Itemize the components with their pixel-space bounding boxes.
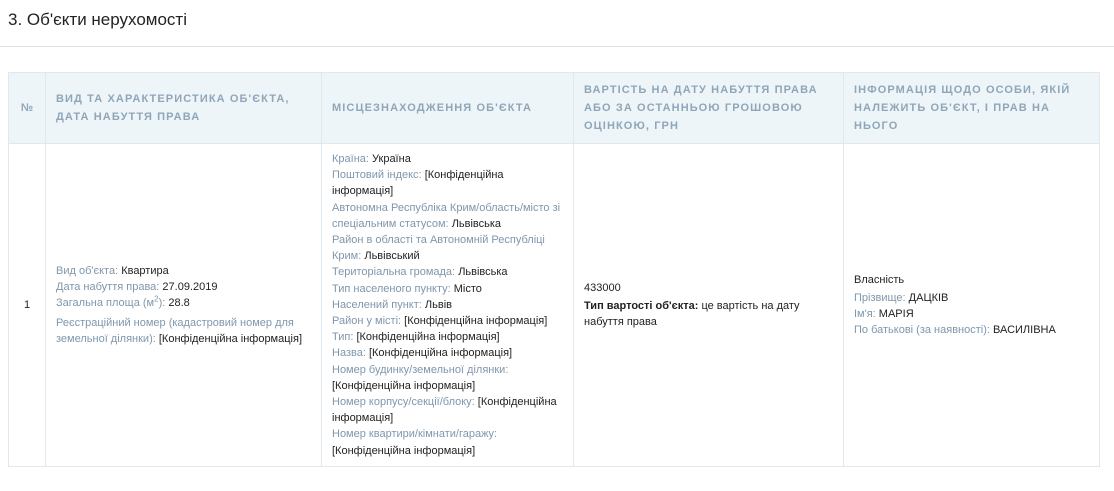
settlement-type-label: Тип населеного пункту:	[332, 282, 451, 295]
cost-type-line: Тип вартості об'єкта: це вартість на дат…	[584, 298, 833, 330]
district-value: Львівський	[364, 250, 420, 263]
location-cell: Країна: Україна Поштовий індекс: [Конфід…	[321, 143, 574, 467]
header-number: №	[8, 72, 46, 144]
city-district-label: Район у місті:	[332, 315, 402, 328]
object-type-value: Квартира	[121, 264, 169, 277]
community-label: Територіальна громада:	[332, 266, 456, 279]
area-line: Загальна площа (м2): 28.8	[56, 295, 311, 311]
surname-value: ДАЦКІВ	[908, 291, 949, 304]
country-value: Україна	[372, 153, 411, 165]
value-cell: 433000 Тип вартості об'єкта: це вартість…	[573, 143, 844, 467]
settlement-value: Львів	[424, 298, 452, 311]
city-district-value: [Конфіденційна інформація]	[404, 315, 548, 328]
area-label: Загальна площа (м	[56, 297, 155, 310]
apartment-value: [Конфіденційна інформація]	[332, 444, 476, 457]
header-owner: Інформація щодо особи, якій належить об'…	[843, 72, 1100, 144]
area-value: 28.8	[168, 297, 190, 310]
first-name-label: Ім'я:	[854, 307, 876, 320]
settlement-type-line: Тип населеного пункту: Місто	[332, 281, 563, 297]
amount-value: 433000	[584, 281, 621, 294]
real-estate-table: № Вид та характеристика об'єкта, дата на…	[8, 72, 1100, 467]
header-location: Місцезнаходження об'єкта	[321, 72, 574, 144]
apartment-line: Номер квартири/кімнати/гаражу: [Конфіден…	[332, 426, 563, 458]
table-header-row: № Вид та характеристика об'єкта, дата на…	[8, 72, 1100, 144]
street-name-value: [Конфіденційна інформація]	[368, 347, 513, 360]
country-line: Країна: Україна	[332, 151, 563, 167]
street-type-value: [Конфіденційна інформація]	[356, 331, 500, 344]
area-label-end: ):	[158, 297, 166, 310]
surname-label: Прізвище:	[854, 291, 906, 304]
street-type-line: Тип: [Конфіденційна інформація]	[332, 329, 563, 345]
house-value: [Конфіденційна інформація]	[332, 379, 476, 392]
building-line: Номер корпусу/секції/блоку: [Конфіденцій…	[332, 394, 563, 426]
house-line: Номер будинку/земельної ділянки: [Конфід…	[332, 362, 563, 394]
object-type-line: Вид об'єкта: Квартира	[56, 263, 311, 279]
building-label: Номер корпусу/секції/блоку:	[332, 396, 475, 409]
district-line: Район в області та Автономній Республіці…	[332, 232, 563, 264]
reg-number-value: [Конфіденційна інформація]	[158, 332, 302, 345]
patronymic-value: ВАСИЛІВНА	[993, 324, 1056, 337]
acq-date-value: 27.09.2019	[162, 281, 218, 294]
postal-label: Поштовий індекс:	[332, 169, 422, 182]
cost-type-label: Тип вартості об'єкта:	[584, 299, 699, 312]
object-type-cell: Вид об'єкта: Квартира Дата набуття права…	[45, 143, 322, 467]
first-name-line: Ім'я: МАРІЯ	[854, 306, 1089, 322]
patronymic-label: По батькові (за наявності):	[854, 324, 990, 337]
patronymic-line: По батькові (за наявності): ВАСИЛІВНА	[854, 322, 1089, 338]
section-divider	[0, 46, 1114, 47]
table-row: 1 Вид об'єкта: Квартира Дата набуття пра…	[8, 143, 1100, 467]
section-title: 3. Об'єкти нерухомості	[8, 10, 187, 29]
region-line: Автономна Республіка Крим/область/місто …	[332, 200, 563, 232]
street-name-label: Назва:	[332, 347, 366, 360]
ownership-right: Власність	[854, 273, 905, 286]
region-label: Автономна Республіка Крим/область/місто …	[332, 201, 561, 230]
region-value: Львівська	[451, 217, 502, 230]
city-district-line: Район у місті: [Конфіденційна інформація…	[332, 313, 563, 329]
settlement-type-value: Місто	[453, 282, 482, 295]
surname-line: Прізвище: ДАЦКІВ	[854, 290, 1089, 306]
community-value: Львівська	[458, 266, 508, 279]
object-type-label: Вид об'єкта:	[56, 264, 119, 277]
settlement-line: Населений пункт: Львів	[332, 297, 563, 313]
settlement-label: Населений пункт:	[332, 298, 422, 311]
community-line: Територіальна громада: Львівська	[332, 264, 563, 280]
reg-number-line: Реєстраційний номер (кадастровий номер д…	[56, 315, 311, 347]
row-number: 1	[8, 143, 46, 467]
header-object-type: Вид та характеристика об'єкта, дата набу…	[45, 72, 322, 144]
header-value: Вартість на дату набуття права або за ос…	[573, 72, 844, 144]
apartment-label: Номер квартири/кімнати/гаражу:	[332, 428, 498, 441]
street-name-line: Назва: [Конфіденційна інформація]	[332, 345, 563, 361]
house-label: Номер будинку/земельної ділянки:	[332, 363, 509, 376]
first-name-value: МАРІЯ	[878, 307, 914, 320]
acq-date-line: Дата набуття права: 27.09.2019	[56, 279, 311, 295]
acq-date-label: Дата набуття права:	[56, 281, 160, 294]
postal-line: Поштовий індекс: [Конфіденційна інформац…	[332, 167, 563, 199]
street-type-label: Тип:	[332, 331, 354, 344]
country-label: Країна:	[332, 153, 369, 165]
owner-cell: Власність Прізвище: ДАЦКІВ Ім'я: МАРІЯ П…	[843, 143, 1100, 467]
